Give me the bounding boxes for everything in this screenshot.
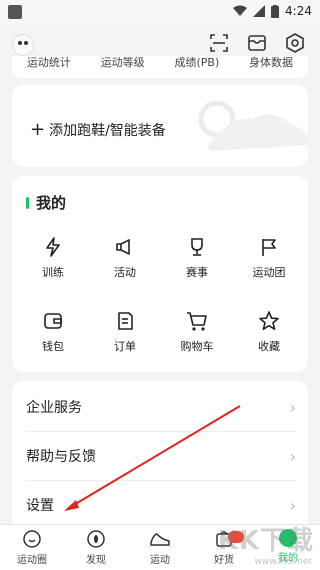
stat-exercise-level[interactable]: 运动等级: [101, 56, 145, 78]
battery-icon: [271, 4, 280, 18]
list-item-help-feedback[interactable]: 帮助与反馈 ›: [26, 432, 296, 481]
grid-label-training: 训练: [42, 266, 64, 279]
grid-label-wallet: 钱包: [42, 340, 64, 353]
scan-icon[interactable]: [208, 32, 230, 54]
grid-item-sports-team[interactable]: 运动团: [234, 236, 304, 280]
tab-label-discover: 发现: [86, 555, 106, 566]
order-icon: [118, 312, 133, 330]
grid-label-activity: 活动: [114, 266, 136, 279]
title-accent-bar: [26, 196, 29, 209]
list-item-enterprise-service[interactable]: 企业服务 ›: [26, 383, 296, 432]
grid-label-orders: 订单: [114, 340, 136, 353]
grid-item-wallet[interactable]: 钱包: [18, 310, 88, 354]
grid-label-cart: 购物车: [180, 340, 214, 353]
chevron-right-icon: ›: [289, 446, 296, 466]
chat-bubble-icon: [23, 530, 41, 548]
star-icon: [259, 311, 279, 331]
grid-label-favorites: 收藏: [258, 340, 280, 353]
settings-list-card: 企业服务 › 帮助与反馈 › 设置 ›: [12, 381, 308, 531]
stat-exercise-stats[interactable]: 运动统计: [27, 56, 71, 78]
tab-label-sports-circle: 运动圈: [17, 555, 47, 566]
wifi-icon: [233, 5, 248, 16]
mine-card: 我的 训练 活动 赛事 运动团 钱包 订单 购物车 收藏: [12, 176, 308, 372]
watermark-url: www.kkx.net: [254, 557, 313, 567]
avatar[interactable]: [12, 34, 34, 56]
cart-icon: [187, 312, 207, 331]
list-label-settings: 设置: [26, 498, 54, 514]
signal-icon: [253, 5, 266, 17]
settings-gear-icon[interactable]: [284, 32, 306, 54]
list-label-help-feedback: 帮助与反馈: [26, 449, 96, 465]
stat-body-data[interactable]: 身体数据: [249, 56, 293, 78]
wallet-icon: [44, 313, 62, 329]
stats-row: 运动统计 运动等级 成绩(PB) 身体数据: [12, 56, 308, 78]
watermark-logo: KK下载: [217, 526, 314, 556]
flag-icon: [262, 239, 276, 256]
notification-icon: [8, 5, 22, 19]
add-shoe-text: 添加跑鞋/智能装备: [49, 123, 166, 139]
grid-item-activity[interactable]: 活动: [90, 236, 160, 280]
clock: 4:24: [285, 4, 312, 18]
megaphone-icon: [116, 239, 130, 255]
status-bar: 4:24: [0, 0, 320, 24]
trophy-icon: [191, 238, 203, 256]
grid-label-sports-team: 运动团: [252, 266, 286, 279]
compass-icon: [87, 530, 105, 548]
lightning-icon: [46, 237, 60, 257]
tab-sports-circle[interactable]: 运动圈: [0, 529, 64, 566]
grid-item-cart[interactable]: 购物车: [162, 310, 232, 354]
sneaker-icon: [150, 533, 170, 546]
message-icon[interactable]: [246, 32, 268, 54]
tab-sports[interactable]: 运动: [128, 529, 192, 566]
mine-section-title: 我的: [26, 192, 66, 213]
status-icons: 4:24: [233, 4, 312, 18]
add-shoe-card[interactable]: + 添加跑鞋/智能装备: [12, 85, 308, 167]
chevron-right-icon: ›: [289, 495, 296, 515]
mine-title-text: 我的: [36, 194, 67, 212]
add-shoe-label: + 添加跑鞋/智能装备: [30, 119, 166, 140]
grid-item-events[interactable]: 赛事: [162, 236, 232, 280]
grid-item-orders[interactable]: 订单: [90, 310, 160, 354]
grid-item-training[interactable]: 训练: [18, 236, 88, 280]
stat-personal-best[interactable]: 成绩(PB): [174, 56, 219, 78]
shoe-watch-illustration: [198, 100, 308, 151]
chevron-right-icon: ›: [289, 397, 296, 417]
tab-discover[interactable]: 发现: [64, 529, 128, 566]
plus-icon: +: [30, 119, 46, 140]
list-label-enterprise-service: 企业服务: [26, 400, 82, 416]
grid-label-events: 赛事: [186, 266, 208, 279]
tab-label-sports: 运动: [150, 555, 170, 566]
grid-item-favorites[interactable]: 收藏: [234, 310, 304, 354]
